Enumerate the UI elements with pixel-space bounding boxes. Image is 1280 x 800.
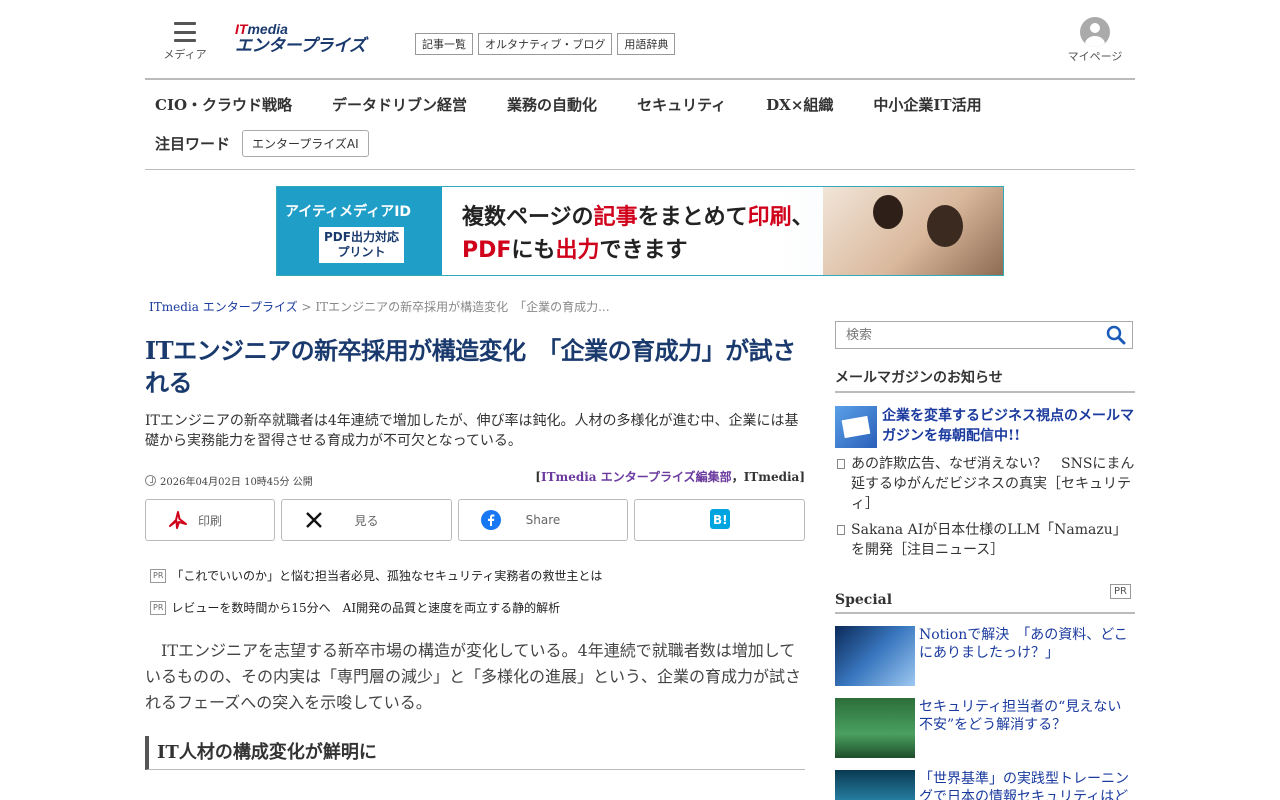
pr-badge: PR	[150, 600, 167, 615]
sidebar: メールマガジンのお知らせ 企業を変革するビジネス視点のメールマガジンを毎朝配信中…	[835, 321, 1135, 800]
pr-badge: PR	[150, 568, 167, 583]
search-icon[interactable]	[1106, 325, 1126, 345]
document-icon	[837, 459, 845, 469]
banner-left-panel: アイティメディアID PDF出力対応 プリント	[277, 187, 442, 275]
search-input[interactable]	[836, 322, 1096, 348]
nav-item-smb-it[interactable]: 中小企業IT活用	[873, 94, 981, 115]
nav-item-cio-cloud[interactable]: CIO・クラウド戦略	[155, 94, 292, 115]
mail-envelope-icon	[835, 406, 877, 448]
breadcrumb-current: ITエンジニアの新卒採用が構造変化 「企業の育成力...	[315, 300, 610, 314]
article-body-paragraph: ITエンジニアを志望する新卒市場の構造が変化している。4年連続で就職者数は増加し…	[145, 641, 802, 712]
special-item[interactable]: セキュリティ担当者の“見えない不安”をどう解消する？	[835, 698, 1135, 758]
hatena-bookmark-button[interactable]: B!	[634, 499, 805, 541]
x-share-button[interactable]: 見る	[281, 499, 452, 541]
mypage-label: マイページ	[1067, 50, 1123, 63]
banner-message: 複数ページの記事をまとめて印刷、 PDFにも出力できます	[442, 187, 1003, 275]
facebook-icon	[481, 510, 501, 533]
featured-words-label: 注目ワード	[155, 135, 231, 153]
author-dept-link[interactable]: ITmedia エンタープライズ編集部	[541, 470, 732, 484]
sidebar-links: あの詐欺広告、なぜ消えない？ SNSにまん延するゆがんだビジネスの真実［セキュリ…	[835, 454, 1135, 560]
special-item[interactable]: 「世界基準」の実践型トレーニングで日本の情報セキュリティはどう変わる	[835, 770, 1135, 800]
special-thumbnail	[835, 770, 915, 800]
article-meta: 2026年04月02日 10時45分 公開 [ITmedia エンタープライズ編…	[145, 465, 805, 488]
breadcrumb-home-link[interactable]: ITmedia エンタープライズ	[149, 300, 298, 314]
special-heading: Special PR	[835, 584, 1135, 614]
site-logo[interactable]: ITmedia エンタープライズ	[235, 22, 387, 60]
document-icon	[837, 525, 845, 535]
hamburger-icon	[174, 22, 196, 42]
article-author: [ITmedia エンタープライズ編集部，ITmedia]	[535, 470, 805, 484]
mail-magazine-promo[interactable]: 企業を変革するビジネス視点のメールマガジンを毎朝配信中!!	[835, 406, 1135, 448]
pdf-icon	[168, 510, 188, 533]
search-box	[835, 321, 1133, 349]
article: ITエンジニアの新卒採用が構造変化 「企業の育成力」が試される ITエンジニアの…	[145, 335, 805, 770]
special-thumbnail	[835, 626, 915, 686]
nav-item-dx-organization[interactable]: DX×組織	[766, 94, 833, 115]
mypage-button[interactable]: マイページ	[1065, 17, 1125, 64]
facebook-share-button[interactable]: Share	[458, 499, 628, 541]
article-title: ITエンジニアの新卒採用が構造変化 「企業の育成力」が試される	[145, 336, 796, 397]
article-lead: ITエンジニアの新卒就職者は4年連続で増加したが、伸び率は鈍化。人材の多様化が進…	[145, 413, 799, 449]
featured-words: 注目ワード エンタープライズAI	[155, 130, 369, 157]
nav-item-security[interactable]: セキュリティ	[637, 94, 726, 115]
hatena-bookmark-icon: B!	[709, 508, 730, 532]
featured-chip-enterprise-ai[interactable]: エンタープライズAI	[242, 130, 369, 157]
banner-id-title: アイティメディアID	[285, 204, 412, 220]
media-menu-label: メディア	[163, 48, 207, 61]
clock-icon	[145, 475, 156, 486]
nav-item-automation[interactable]: 業務の自動化	[507, 94, 597, 115]
media-menu-button[interactable]: メディア	[161, 22, 209, 62]
pr-link-item[interactable]: PR 「これでいいのか」と悩む担当者必見、孤独なセキュリティ実務者の救世主とは	[145, 567, 805, 584]
breadcrumb: ITmedia エンタープライズ > ITエンジニアの新卒採用が構造変化 「企業…	[149, 300, 610, 314]
logo-itmedia: ITmedia	[235, 21, 288, 37]
user-avatar-icon	[1080, 17, 1110, 47]
site-header: メディア ITmedia エンタープライズ 記事一覧 オルタナティブ・ブログ 用…	[145, 0, 1135, 80]
publish-date: 2026年04月02日 10時45分 公開	[145, 473, 313, 488]
pr-link-item[interactable]: PR レビューを数時間から15分へ AI開発の品質と速度を両立する静的解析	[145, 599, 805, 616]
print-button[interactable]: 印刷	[145, 499, 275, 541]
article-list-link[interactable]: 記事一覧	[415, 33, 473, 55]
sidebar-link[interactable]: Sakana AIが日本仕様のLLM「Namazu」を開発［注目ニュース］	[835, 520, 1135, 560]
section-heading: IT人材の構成変化が鮮明に	[145, 736, 805, 770]
header-links: 記事一覧 オルタナティブ・ブログ 用語辞典	[415, 33, 676, 55]
nav-item-data-driven[interactable]: データドリブン経営	[332, 94, 467, 115]
glossary-link[interactable]: 用語辞典	[617, 33, 676, 55]
special-item[interactable]: Notionで解決 「あの資料、どこにありましたっけ？」	[835, 626, 1135, 686]
mail-magazine-heading: メールマガジンのお知らせ	[835, 367, 1135, 393]
svg-text:B!: B!	[713, 513, 728, 527]
alternative-blog-link[interactable]: オルタナティブ・ブログ	[478, 33, 613, 55]
x-icon	[304, 510, 324, 533]
logo-enterprise: エンタープライズ	[235, 36, 366, 56]
pdf-print-banner[interactable]: アイティメディアID PDF出力対応 プリント 複数ページの記事をまとめて印刷、 …	[276, 186, 1004, 276]
banner-badge: PDF出力対応 プリント	[319, 227, 404, 263]
special-pr-badge: PR	[1110, 584, 1131, 599]
category-nav: CIO・クラウド戦略 データドリブン経営 業務の自動化 セキュリティ DX×組織…	[145, 80, 1135, 170]
pr-links: PR 「これでいいのか」と悩む担当者必見、孤独なセキュリティ実務者の救世主とは P…	[145, 567, 805, 616]
sidebar-link[interactable]: あの詐欺広告、なぜ消えない？ SNSにまん延するゆがんだビジネスの真実［セキュリ…	[835, 454, 1135, 514]
special-thumbnail	[835, 698, 915, 758]
share-bar: 印刷 見る Share B!	[145, 499, 805, 541]
